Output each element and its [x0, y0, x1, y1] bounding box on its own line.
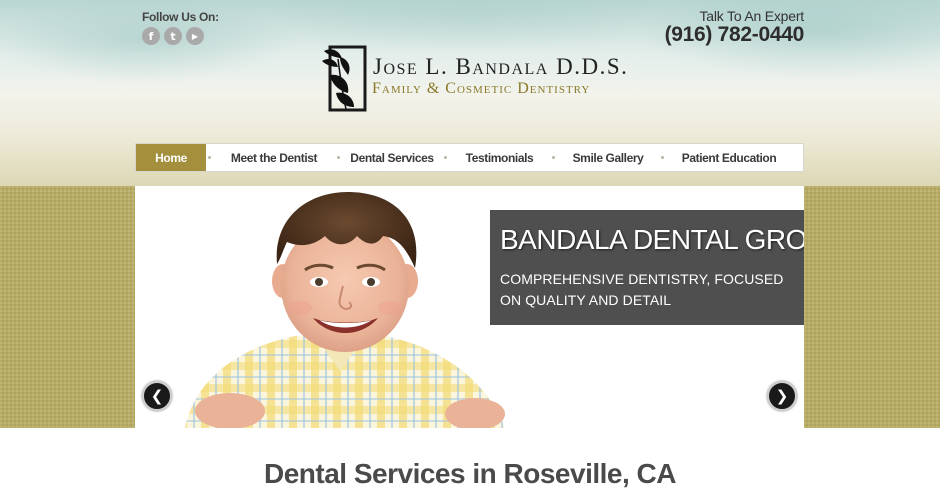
phone-number[interactable]: (916) 782-0440	[665, 23, 805, 47]
follow-us-label: Follow Us On:	[142, 10, 219, 24]
nav-item-dental-services[interactable]: Dental Services	[340, 144, 444, 171]
slider-prev-button[interactable]: ❮	[142, 381, 172, 411]
main-navigation: Home Meet the Dentist Dental Services Te…	[135, 143, 804, 172]
nav-item-testimonials[interactable]: Testimonials	[447, 144, 552, 171]
nav-item-meet-the-dentist[interactable]: Meet the Dentist	[211, 144, 337, 171]
nav-item-patient-education[interactable]: Patient Education	[664, 144, 794, 171]
nav-item-home[interactable]: Home	[136, 144, 206, 171]
youtube-icon[interactable]: ▶	[186, 27, 204, 45]
hero-title: BANDALA DENTAL GROUP	[500, 224, 804, 255]
twitter-icon[interactable]: t	[164, 27, 182, 45]
hero-caption: BANDALA DENTAL GROUP COMPREHENSIVE DENTI…	[490, 210, 804, 325]
nav-item-smile-gallery[interactable]: Smile Gallery	[555, 144, 661, 171]
social-links: f t ▶	[142, 27, 204, 45]
logo-flower-icon[interactable]	[318, 45, 368, 113]
logo-tagline: Family & Cosmetic Dentistry	[372, 80, 591, 97]
section-title: Dental Services in Roseville, CA	[264, 458, 676, 489]
hero-subtitle: COMPREHENSIVE DENTISTRY, FOCUSED ON QUAL…	[500, 271, 784, 308]
logo-practice-name: Jose L. Bandala D.D.S.	[373, 54, 629, 79]
hero-slider: BANDALA DENTAL GROUP COMPREHENSIVE DENTI…	[135, 186, 804, 428]
facebook-icon[interactable]: f	[142, 27, 160, 45]
slider-next-button[interactable]: ❯	[767, 381, 797, 411]
talk-to-expert-label: Talk To An Expert	[699, 8, 804, 24]
